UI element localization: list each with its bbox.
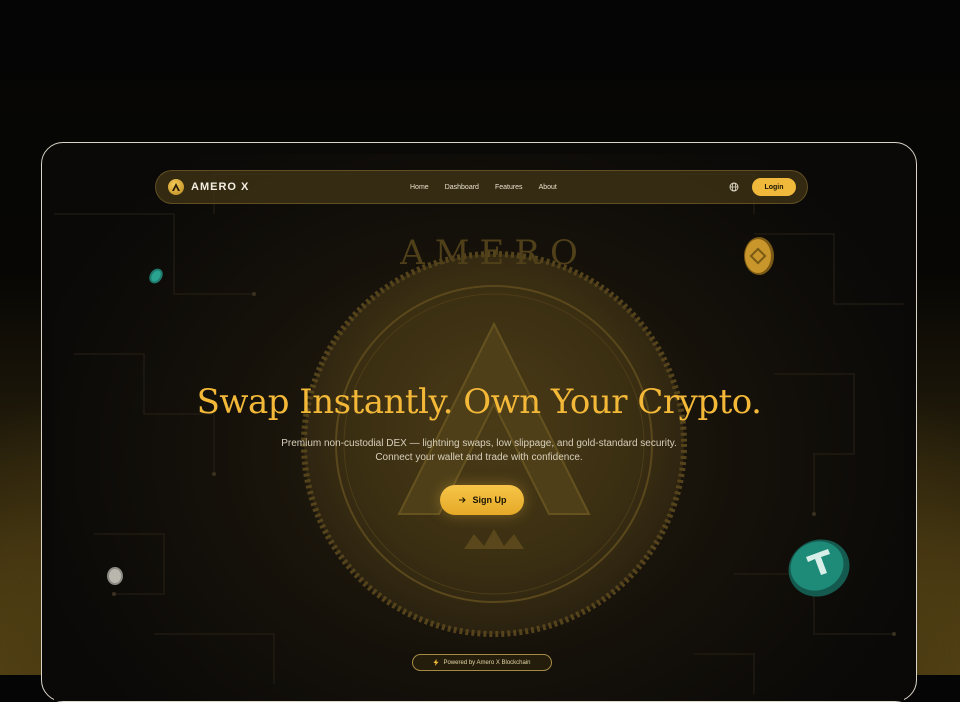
silver-coin-icon	[107, 567, 123, 585]
globe-icon[interactable]	[729, 182, 739, 192]
top-navbar: AMERO X Home Dashboard Features About Lo…	[155, 170, 808, 204]
signup-button-label: Sign Up	[472, 495, 507, 505]
device-frame: AMERO AMERO X Home Dashboard Features Ab…	[41, 142, 917, 702]
lightning-icon	[433, 659, 439, 666]
hero-subtitle-line-2: Connect your wallet and trade with confi…	[375, 452, 583, 463]
login-button[interactable]: Login	[752, 178, 796, 196]
powered-by-badge: Powered by Amero X Blockchain	[412, 654, 552, 671]
svg-text:AMERO: AMERO	[399, 233, 588, 273]
brand-logo-icon	[168, 179, 184, 195]
teal-coin-small-icon	[149, 268, 163, 284]
hero-coin-illustration: AMERO	[301, 233, 687, 637]
hero-title: Swap Instantly. Own Your Crypto.	[196, 382, 762, 422]
arrow-right-icon	[458, 497, 466, 503]
nav-link-home[interactable]: Home	[410, 184, 429, 191]
nav-link-about[interactable]: About	[539, 184, 557, 191]
nav-link-features[interactable]: Features	[495, 184, 523, 191]
brand[interactable]: AMERO X	[168, 179, 249, 195]
powered-by-label: Powered by Amero X Blockchain	[443, 659, 531, 666]
gold-bnb-coin-icon	[744, 237, 774, 275]
nav-links: Home Dashboard Features About	[410, 184, 557, 191]
hero-subtitle-line-1: Premium non-custodial DEX — lightning sw…	[281, 438, 677, 449]
tether-coin-icon	[788, 539, 850, 597]
nav-link-dashboard[interactable]: Dashboard	[445, 184, 479, 191]
signup-button[interactable]: Sign Up	[440, 485, 524, 515]
brand-name: AMERO X	[191, 181, 250, 193]
browser-screen: AMERO AMERO X Home Dashboard Features Ab…	[54, 154, 904, 701]
hero-subtitle: Premium non-custodial DEX — lightning sw…	[54, 437, 904, 465]
